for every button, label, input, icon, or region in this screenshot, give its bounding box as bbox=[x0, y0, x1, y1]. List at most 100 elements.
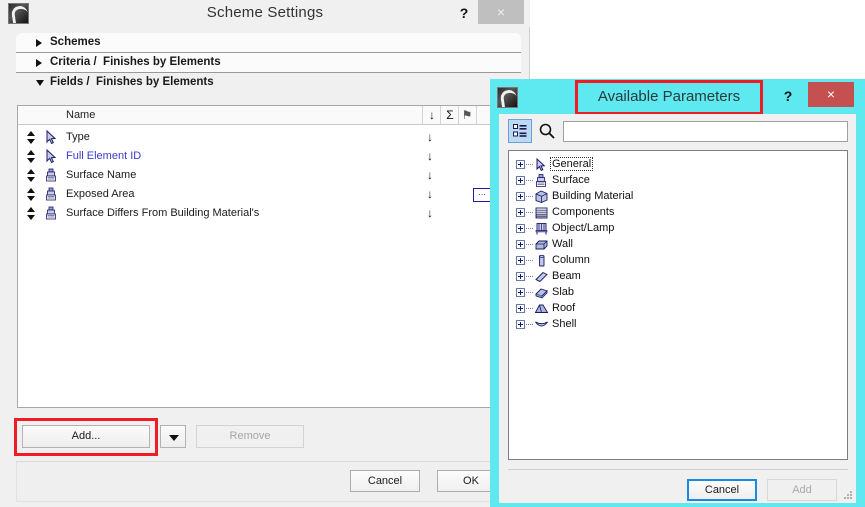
expand-icon[interactable] bbox=[516, 160, 525, 169]
expand-icon[interactable] bbox=[516, 192, 525, 201]
tree-connector bbox=[526, 244, 533, 246]
tree-item-label: Column bbox=[552, 254, 590, 266]
chevron-down-icon bbox=[36, 80, 44, 86]
tree-item-wall[interactable]: Wall bbox=[509, 237, 847, 253]
scheme-settings-title: Scheme Settings bbox=[206, 4, 324, 21]
down-arrow-icon[interactable]: ↓ bbox=[427, 168, 433, 182]
tree-item-beam[interactable]: Beam bbox=[509, 269, 847, 285]
tree-list-icon[interactable] bbox=[508, 119, 532, 143]
expand-icon[interactable] bbox=[516, 304, 525, 313]
components-icon bbox=[534, 206, 549, 220]
add-button[interactable]: Add... bbox=[22, 425, 150, 448]
resize-grip[interactable] bbox=[843, 491, 853, 501]
search-input[interactable] bbox=[563, 121, 848, 142]
tree-item-object-lamp[interactable]: Object/Lamp bbox=[509, 221, 847, 237]
tree-item-building-material[interactable]: Building Material bbox=[509, 189, 847, 205]
close-icon[interactable]: × bbox=[478, 0, 524, 24]
reorder-handle-icon[interactable] bbox=[26, 188, 35, 201]
sigma-icon[interactable]: Σ bbox=[442, 108, 458, 122]
field-name: Exposed Area bbox=[66, 188, 135, 200]
flag-icon[interactable]: ⚑ bbox=[459, 108, 475, 122]
cursor-icon bbox=[44, 130, 58, 145]
tree-item-slab[interactable]: Slab bbox=[509, 285, 847, 301]
down-arrow-icon[interactable]: ↓ bbox=[427, 206, 433, 220]
section-label-criteria: Criteria / Finishes by Elements bbox=[50, 56, 221, 68]
table-row[interactable]: Type ↓ bbox=[18, 128, 503, 147]
tree-item-shell[interactable]: Shell bbox=[509, 317, 847, 333]
table-row[interactable]: Full Element ID ↓ bbox=[18, 147, 503, 166]
section-header-criteria[interactable]: Criteria / Finishes by Elements bbox=[16, 53, 521, 73]
cancel-button[interactable]: Cancel bbox=[350, 470, 420, 492]
table-row[interactable]: Exposed Area ↓ … bbox=[18, 185, 503, 204]
column-header-name[interactable]: Name bbox=[66, 109, 95, 121]
tree-item-label: Shell bbox=[552, 318, 577, 330]
tree-item-label: Wall bbox=[552, 238, 573, 250]
parameters-toolbar bbox=[508, 119, 848, 145]
remove-button: Remove bbox=[196, 425, 304, 448]
tree-item-label: Object/Lamp bbox=[552, 222, 615, 234]
tree-item-general[interactable]: General bbox=[509, 157, 847, 173]
parameters-tree[interactable]: General Surface Building Material Compon… bbox=[508, 150, 848, 460]
down-arrow-icon[interactable]: ↓ bbox=[427, 149, 433, 163]
brush-icon bbox=[44, 206, 58, 221]
tree-connector bbox=[526, 180, 533, 182]
tree-item-column[interactable]: Column bbox=[509, 253, 847, 269]
tree-item-roof[interactable]: Roof bbox=[509, 301, 847, 317]
reorder-handle-icon[interactable] bbox=[26, 207, 35, 220]
cursor-icon bbox=[44, 149, 58, 164]
shell-icon bbox=[534, 318, 549, 332]
roof-icon bbox=[534, 302, 549, 316]
tree-item-label: Components bbox=[552, 206, 615, 218]
cursor-icon bbox=[534, 157, 549, 172]
chevron-down-icon bbox=[169, 435, 179, 441]
section-label-fields: Fields / Finishes by Elements bbox=[50, 76, 214, 88]
available-parameters-titlebar: Available Parameters ? × bbox=[490, 79, 865, 115]
add-dropdown-button[interactable] bbox=[160, 425, 186, 448]
table-row[interactable]: Surface Name ↓ bbox=[18, 166, 503, 185]
field-options-button[interactable]: … bbox=[473, 188, 491, 202]
cancel-button[interactable]: Cancel bbox=[687, 479, 757, 501]
tree-connector bbox=[526, 212, 533, 214]
tree-connector bbox=[526, 164, 533, 166]
help-button[interactable]: ? bbox=[455, 4, 473, 22]
down-arrow-icon[interactable]: ↓ bbox=[427, 130, 433, 144]
down-arrow-icon[interactable]: ↓ bbox=[427, 187, 433, 201]
search-icon[interactable] bbox=[538, 122, 556, 140]
brush-icon bbox=[44, 168, 58, 183]
tree-item-components[interactable]: Components bbox=[509, 205, 847, 221]
expand-icon[interactable] bbox=[516, 176, 525, 185]
expand-icon[interactable] bbox=[516, 240, 525, 249]
wall-icon bbox=[534, 238, 549, 252]
tree-connector bbox=[526, 260, 533, 262]
expand-icon[interactable] bbox=[516, 320, 525, 329]
tree-connector bbox=[526, 228, 533, 230]
table-row[interactable]: Surface Differs From Building Material's… bbox=[18, 204, 503, 223]
expand-icon[interactable] bbox=[516, 288, 525, 297]
expand-icon[interactable] bbox=[516, 224, 525, 233]
scheme-settings-titlebar: Scheme Settings ? × bbox=[0, 0, 530, 27]
scheme-settings-window: Scheme Settings ? × Schemes Criteria / F… bbox=[0, 0, 530, 507]
expand-icon[interactable] bbox=[516, 208, 525, 217]
add-button: Add bbox=[767, 479, 837, 501]
expand-icon[interactable] bbox=[516, 272, 525, 281]
section-header-schemes[interactable]: Schemes bbox=[16, 33, 521, 53]
fields-table[interactable]: Name ↓ Σ ⚑ Type ↓ Full Element ID ↓ Surf… bbox=[17, 105, 504, 408]
down-arrow-icon[interactable]: ↓ bbox=[424, 108, 440, 122]
field-name[interactable]: Full Element ID bbox=[66, 150, 141, 162]
footer-divider bbox=[508, 469, 848, 470]
close-icon[interactable]: × bbox=[808, 82, 854, 107]
tree-item-label: Roof bbox=[552, 302, 576, 314]
reorder-handle-icon[interactable] bbox=[26, 150, 35, 163]
expand-icon[interactable] bbox=[516, 256, 525, 265]
archicad-icon bbox=[497, 87, 518, 108]
section-header-fields[interactable]: Fields / Finishes by Elements bbox=[16, 73, 521, 93]
tree-item-label: Surface bbox=[552, 174, 590, 186]
column-icon bbox=[534, 254, 549, 268]
available-parameters-body: General Surface Building Material Compon… bbox=[499, 114, 856, 503]
brush-icon bbox=[44, 187, 58, 202]
reorder-handle-icon[interactable] bbox=[26, 169, 35, 182]
reorder-handle-icon[interactable] bbox=[26, 131, 35, 144]
tree-item-surface[interactable]: Surface bbox=[509, 173, 847, 189]
help-button[interactable]: ? bbox=[780, 88, 796, 104]
field-name: Surface Differs From Building Material's bbox=[66, 207, 260, 219]
